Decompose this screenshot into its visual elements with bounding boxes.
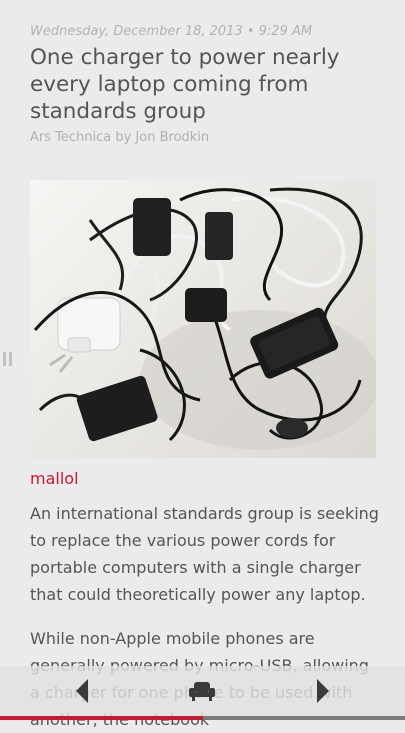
chevron-left-icon	[76, 679, 88, 703]
article-photo	[30, 180, 376, 458]
byline: Ars Technica by Jon Brodkin	[30, 130, 210, 145]
drawer-handle[interactable]	[3, 352, 12, 366]
article-headline: One charger to power nearly every laptop…	[30, 45, 340, 124]
chevron-right-icon	[317, 679, 329, 703]
article-paragraph-1: An international standards group is seek…	[30, 504, 379, 604]
previous-article-button[interactable]	[52, 666, 112, 716]
reading-progress-fill	[0, 716, 203, 720]
source-tag[interactable]: mallol	[30, 469, 79, 488]
bottom-toolbar	[0, 666, 405, 716]
reader-mode-button[interactable]	[172, 666, 232, 716]
armchair-icon	[189, 682, 215, 701]
next-article-button[interactable]	[293, 666, 353, 716]
reading-progress-bar	[0, 716, 405, 720]
dateline: Wednesday, December 18, 2013 • 9:29 AM	[30, 24, 313, 39]
